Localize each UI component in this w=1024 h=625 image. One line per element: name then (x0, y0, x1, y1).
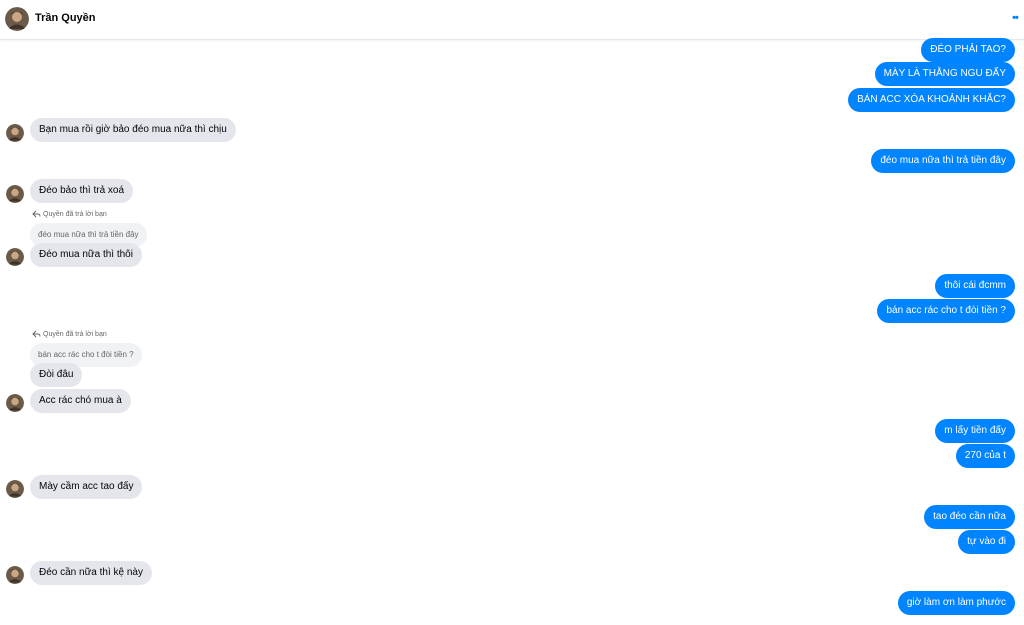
message-bubble-incoming[interactable]: Acc rác chó mua à (30, 389, 131, 413)
sender-avatar[interactable] (6, 480, 24, 498)
reply-label-text: Quyền đã trả lời bạn (43, 331, 107, 338)
contact-avatar[interactable] (5, 7, 29, 31)
contact-name[interactable]: Trần Quyền (35, 12, 96, 24)
message-bubble-incoming[interactable]: Đéo bảo thì trả xoá (30, 179, 134, 203)
message-bubble-outgoing[interactable]: 270 của t (955, 444, 1015, 468)
reply-label: Quyền đã trả lời bạn (32, 210, 107, 220)
more-dots-icon[interactable]: •• (1008, 10, 1022, 26)
sender-avatar[interactable] (6, 394, 24, 412)
message-bubble-outgoing[interactable]: tao đéo cần nữa (924, 505, 1015, 529)
message-bubble-outgoing[interactable]: MÀY LÀ THẰNG NGU ĐẤY (874, 62, 1015, 86)
reply-arrow-icon (32, 330, 41, 338)
message-bubble-outgoing[interactable]: BÁN ACC XÓA KHOẢNH KHẮC? (848, 88, 1015, 112)
reply-label: Quyền đã trả lời bạn (32, 330, 107, 340)
sender-avatar[interactable] (6, 248, 24, 266)
message-bubble-outgoing[interactable]: ĐÉO PHẢI TAO? (921, 38, 1015, 62)
sender-avatar[interactable] (6, 185, 24, 203)
message-bubble-incoming[interactable]: Đòi đâu (30, 363, 83, 387)
message-bubble-outgoing[interactable]: giờ làm ơn làm phước (897, 591, 1015, 615)
message-bubble-incoming[interactable]: Đéo mua nữa thì thôi (30, 243, 142, 267)
conversation-header: Trần Quyền •• (0, 0, 1024, 40)
sender-avatar[interactable] (6, 566, 24, 584)
message-bubble-outgoing[interactable]: m lấy tiền đấy (935, 419, 1015, 443)
sender-avatar[interactable] (6, 124, 24, 142)
message-bubble-outgoing[interactable]: đéo mua nữa thì trả tiền đây (871, 149, 1015, 173)
message-bubble-incoming[interactable]: Đéo cần nữa thì kệ này (30, 561, 152, 585)
message-bubble-outgoing[interactable]: bán acc rác cho t đòi tiền ? (877, 299, 1015, 323)
message-bubble-incoming[interactable]: Mày cầm acc tao đấy (30, 475, 143, 499)
message-bubble-outgoing[interactable]: tự vào đi (958, 530, 1015, 554)
reply-arrow-icon (32, 210, 41, 218)
reply-label-text: Quyền đã trả lời bạn (43, 211, 107, 218)
message-bubble-outgoing[interactable]: thôi cái đcmm (935, 274, 1015, 298)
message-bubble-incoming[interactable]: Bạn mua rồi giờ bảo đéo mua nữa thì chịu (30, 118, 236, 142)
